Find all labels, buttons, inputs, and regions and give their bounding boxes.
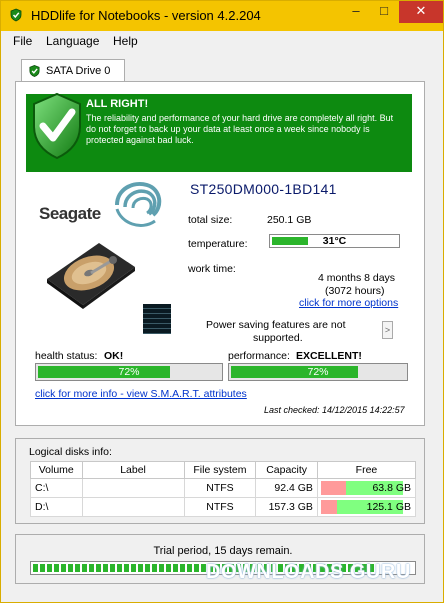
close-icon[interactable]: ✕ xyxy=(399,1,443,23)
performance-percent: 72% xyxy=(307,366,329,378)
trial-progress-segment xyxy=(173,564,178,572)
trial-progress-segment xyxy=(152,564,157,572)
health-label: health status: xyxy=(35,350,98,362)
free-space-value: 63.8 GB xyxy=(372,482,411,494)
table-row[interactable]: C:\ NTFS 92.4 GB 63.8 GB xyxy=(30,478,417,498)
logical-disks-title: Logical disks info: xyxy=(29,446,112,458)
trial-progress-segment xyxy=(131,564,136,572)
brand-logo: Seagate xyxy=(39,204,101,223)
performance-label: performance: xyxy=(228,350,290,362)
cell-file-system: NTFS xyxy=(183,497,257,517)
trial-text: Trial period, 15 days remain. xyxy=(153,545,293,557)
col-volume[interactable]: Volume xyxy=(30,461,83,479)
table-row[interactable]: D:\ NTFS 157.3 GB 125.1 GB xyxy=(30,497,417,517)
trial-progress-segment xyxy=(103,564,108,572)
seagate-swirl-icon xyxy=(115,182,162,227)
total-size-value: 250.1 GB xyxy=(267,214,312,226)
main-window: HDDlife for Notebooks - version 4.2.204 … xyxy=(0,0,444,603)
trial-progress-segment xyxy=(159,564,164,572)
status-title: ALL RIGHT! xyxy=(86,98,149,110)
status-message: The reliability and performance of your … xyxy=(86,113,394,145)
col-free[interactable]: Free xyxy=(316,461,417,479)
trial-progress-segment xyxy=(82,564,87,572)
tab-bar: SATA Drive 0 xyxy=(9,57,435,81)
minimize-icon[interactable]: – xyxy=(342,1,370,23)
health-bar: 72% xyxy=(35,363,223,381)
shield-check-icon xyxy=(33,92,81,160)
menu-file[interactable]: File xyxy=(13,34,32,48)
shield-check-icon xyxy=(29,65,40,77)
cell-free: 63.8 GB xyxy=(316,478,417,498)
status-banner: ALL RIGHT! The reliability and performan… xyxy=(26,92,412,172)
more-options-link[interactable]: click for more options xyxy=(299,297,398,309)
trial-progress-segment xyxy=(47,564,52,572)
menu-language[interactable]: Language xyxy=(46,34,99,48)
trial-progress-segment xyxy=(194,564,199,572)
trial-progress-segment xyxy=(138,564,143,572)
trial-progress-segment xyxy=(124,564,129,572)
tab-sata-drive-0[interactable]: SATA Drive 0 xyxy=(21,59,125,81)
performance-bar: 72% xyxy=(228,363,408,381)
drive-model: ST250DM000-1BD141 xyxy=(190,181,337,197)
trial-progress-segment xyxy=(33,564,38,572)
work-hours-value: (3072 hours) xyxy=(325,285,385,297)
cell-volume: C:\ xyxy=(30,478,83,498)
drive-connector-graphic xyxy=(143,304,171,334)
work-time-label: work time: xyxy=(188,263,236,275)
menu-help[interactable]: Help xyxy=(113,34,138,48)
last-checked: Last checked: 14/12/2015 14:22:57 xyxy=(264,405,405,415)
cell-free: 125.1 GB xyxy=(316,497,417,517)
trial-progress-segment xyxy=(40,564,45,572)
table-header-row: Volume Label File system Capacity Free xyxy=(30,461,417,479)
menu-bar: File Language Help xyxy=(9,31,435,51)
cell-label xyxy=(81,497,185,517)
maximize-icon[interactable]: □ xyxy=(370,1,398,23)
trial-progress-segment xyxy=(61,564,66,572)
trial-progress-segment xyxy=(54,564,59,572)
trial-progress-segment xyxy=(75,564,80,572)
watermark: DOWNLOADS GURU xyxy=(206,561,411,583)
chevron-right-icon[interactable]: > xyxy=(382,321,393,339)
trial-progress-segment xyxy=(89,564,94,572)
title-bar[interactable]: HDDlife for Notebooks - version 4.2.204 … xyxy=(1,1,443,31)
health-percent: 72% xyxy=(118,366,140,378)
trial-progress-segment xyxy=(68,564,73,572)
tab-label: SATA Drive 0 xyxy=(46,65,111,77)
cell-capacity: 157.3 GB xyxy=(255,497,318,517)
used-space-fill xyxy=(320,481,347,495)
temperature-label: temperature: xyxy=(188,238,248,250)
power-saving-text-2: supported. xyxy=(253,332,303,344)
trial-progress-segment xyxy=(96,564,101,572)
window-title: HDDlife for Notebooks - version 4.2.204 xyxy=(31,8,261,23)
cell-label xyxy=(81,478,185,498)
performance-value: EXCELLENT! xyxy=(296,350,362,362)
free-space-value: 125.1 GB xyxy=(366,501,411,513)
trial-progress-segment xyxy=(117,564,122,572)
trial-progress-segment xyxy=(166,564,171,572)
power-saving-text-1: Power saving features are not xyxy=(206,319,346,331)
temperature-bar: 31°C xyxy=(269,234,400,248)
cell-capacity: 92.4 GB xyxy=(255,478,318,498)
smart-attributes-link[interactable]: click for more info - view S.M.A.R.T. at… xyxy=(35,388,247,400)
app-icon xyxy=(10,8,22,22)
cell-file-system: NTFS xyxy=(183,478,257,498)
temperature-value: 31°C xyxy=(322,235,347,247)
trial-progress-segment xyxy=(145,564,150,572)
total-size-label: total size: xyxy=(188,214,233,226)
col-file-system[interactable]: File system xyxy=(183,461,257,479)
logical-disks-table: Volume Label File system Capacity Free C… xyxy=(30,461,417,517)
trial-progress-segment xyxy=(180,564,185,572)
used-space-fill xyxy=(320,500,338,514)
col-label[interactable]: Label xyxy=(81,461,185,479)
hard-drive-icon xyxy=(47,243,135,309)
work-time-value: 4 months 8 days xyxy=(318,272,396,284)
trial-progress-segment xyxy=(110,564,115,572)
col-capacity[interactable]: Capacity xyxy=(255,461,318,479)
trial-progress-segment xyxy=(187,564,192,572)
cell-volume: D:\ xyxy=(30,497,83,517)
health-value: OK! xyxy=(104,350,124,362)
